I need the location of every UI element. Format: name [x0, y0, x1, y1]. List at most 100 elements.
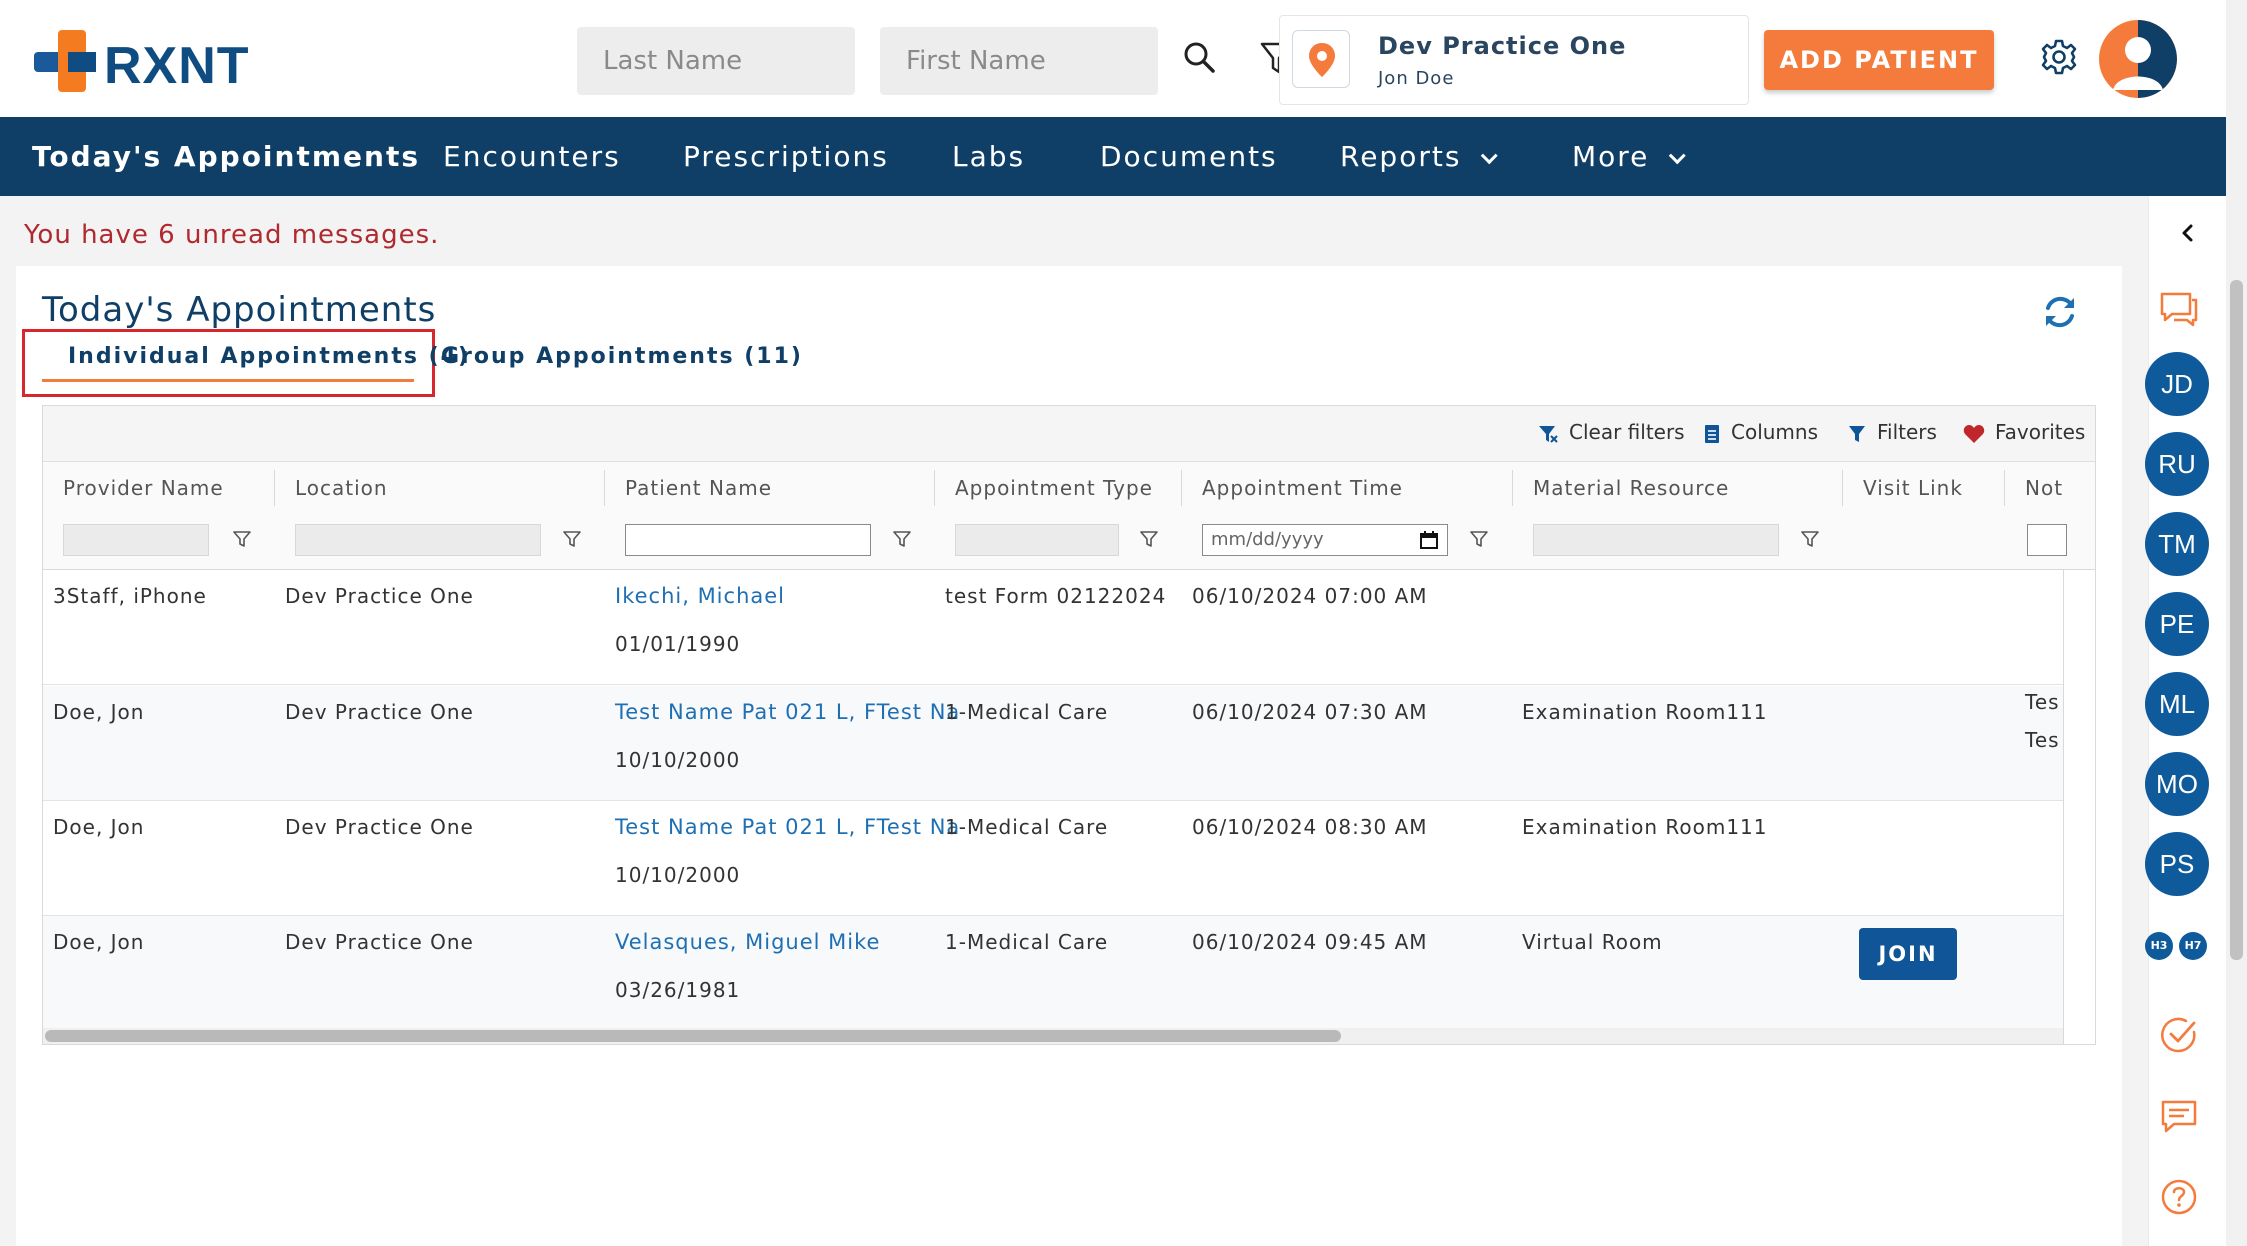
- tab-individual-appointments[interactable]: Individual Appointments (4): [42, 342, 468, 382]
- columns-button[interactable]: Columns: [1703, 420, 1818, 445]
- column-header-material-resource[interactable]: Material Resource: [1533, 462, 1833, 514]
- gear-icon[interactable]: [2040, 38, 2078, 76]
- user-avatar[interactable]: [2099, 20, 2177, 98]
- location-cell: Dev Practice One: [285, 930, 474, 954]
- chat-bubbles-icon[interactable]: [2158, 288, 2200, 330]
- refresh-icon[interactable]: [2040, 292, 2080, 332]
- table-row[interactable]: Doe, Jon Dev Practice One Velasques, Mig…: [43, 916, 2063, 1031]
- notes-filter-input[interactable]: [2027, 524, 2067, 556]
- rxnt-logo[interactable]: RXNT: [34, 30, 264, 95]
- appointment-type-cell: 1-Medical Care: [945, 815, 1109, 839]
- grid-toolbar: Clear filters Columns Filters Favorites: [43, 406, 2095, 462]
- material-resource-filter-input[interactable]: [1533, 524, 1779, 556]
- nav-more[interactable]: More: [1572, 117, 1687, 196]
- message-icon[interactable]: [2158, 1096, 2200, 1138]
- last-name-input[interactable]: [577, 27, 855, 95]
- column-header-notes[interactable]: Not: [2025, 462, 2063, 514]
- nav-labs[interactable]: Labs: [952, 117, 1025, 196]
- chevron-down-icon: [1669, 147, 1687, 165]
- column-header-appointment-time[interactable]: Appointment Time: [1202, 462, 1502, 514]
- appointment-time-cell: 06/10/2024 07:30 AM: [1192, 700, 1428, 724]
- appointment-type-filter-input[interactable]: [955, 524, 1119, 556]
- first-name-input[interactable]: [880, 27, 1158, 95]
- patient-dob: 10/10/2000: [615, 863, 741, 887]
- material-resource-cell: Examination Room111: [1522, 700, 1768, 724]
- patient-filter-input[interactable]: [625, 524, 871, 556]
- filter-icon[interactable]: [231, 528, 253, 550]
- column-header-appointment-type[interactable]: Appointment Type: [955, 462, 1185, 514]
- search-icon[interactable]: [1180, 38, 1220, 78]
- nav-prescriptions[interactable]: Prescriptions: [683, 117, 889, 196]
- clear-filters-button[interactable]: Clear filters: [1537, 420, 1685, 445]
- sidebar-user-avatar[interactable]: PE: [2145, 592, 2209, 656]
- nav-reports[interactable]: Reports: [1340, 117, 1499, 196]
- column-header-visit-link[interactable]: Visit Link: [1863, 462, 1993, 514]
- nav-documents[interactable]: Documents: [1100, 117, 1278, 196]
- notes-cell: Tes: [2025, 728, 2060, 752]
- provider-filter-input[interactable]: [63, 524, 209, 556]
- nav-more-label: More: [1572, 140, 1650, 173]
- mini-avatar[interactable]: H7: [2179, 932, 2207, 960]
- sidebar-user-avatar[interactable]: PS: [2145, 832, 2209, 896]
- location-cell: Dev Practice One: [285, 584, 474, 608]
- columns-icon: [1705, 424, 1719, 443]
- join-visit-button[interactable]: JOIN: [1859, 928, 1957, 980]
- patient-dob: 03/26/1981: [615, 978, 741, 1002]
- practice-selector[interactable]: Dev Practice One Jon Doe: [1279, 15, 1749, 105]
- logo-text: RXNT: [104, 37, 250, 95]
- column-header-provider[interactable]: Provider Name: [63, 462, 273, 514]
- page-vertical-scrollbar[interactable]: [2226, 0, 2247, 1246]
- table-row[interactable]: Doe, Jon Dev Practice One Test Name Pat …: [43, 686, 2063, 801]
- columns-label: Columns: [1731, 420, 1819, 444]
- grid-vertical-scrollbar[interactable]: [2063, 570, 2095, 1044]
- location-filter-input[interactable]: [295, 524, 541, 556]
- table-row[interactable]: Doe, Jon Dev Practice One Test Name Pat …: [43, 801, 2063, 916]
- table-row[interactable]: 3Staff, iPhone Dev Practice One Ikechi, …: [43, 570, 2063, 685]
- patient-name-link[interactable]: Test Name Pat 021 L, FTest Na: [615, 700, 960, 724]
- clear-filter-icon: [1539, 425, 1558, 443]
- appointment-time-cell: 06/10/2024 09:45 AM: [1192, 930, 1428, 954]
- patient-name-link[interactable]: Ikechi, Michael: [615, 584, 785, 608]
- help-icon[interactable]: [2158, 1176, 2200, 1218]
- filter-icon[interactable]: [1799, 528, 1821, 550]
- add-patient-button[interactable]: ADD PATIENT: [1764, 30, 1994, 90]
- grid-horizontal-scrollbar[interactable]: [43, 1028, 2063, 1044]
- filters-button[interactable]: Filters: [1847, 420, 1937, 445]
- patient-name-link[interactable]: Velasques, Miguel Mike: [615, 930, 880, 954]
- sidebar-user-avatar[interactable]: JD: [2145, 352, 2209, 416]
- appointment-type-cell: 1-Medical Care: [945, 700, 1109, 724]
- notes-cell: Tes: [2025, 690, 2060, 714]
- provider-cell: Doe, Jon: [53, 815, 145, 839]
- sidebar-user-avatar[interactable]: TM: [2145, 512, 2209, 576]
- sidebar-user-avatar[interactable]: MO: [2145, 752, 2209, 816]
- practice-name: Dev Practice One: [1378, 32, 1627, 60]
- app-header: RXNT Dev Practice One Jon Doe ADD PATIEN…: [0, 0, 2220, 117]
- sidebar-user-avatar[interactable]: RU: [2145, 432, 2209, 496]
- unread-messages-link[interactable]: You have 6 unread messages.: [24, 220, 439, 250]
- tab-group-appointments[interactable]: Group Appointments (11): [441, 344, 803, 369]
- user-avatar-icon: [2113, 20, 2177, 98]
- filter-icon[interactable]: [561, 528, 583, 550]
- appointment-time-date-input[interactable]: mm/dd/yyyy: [1202, 524, 1448, 556]
- page-scroll-thumb[interactable]: [2230, 280, 2243, 960]
- appointment-time-cell: 06/10/2024 07:00 AM: [1192, 584, 1428, 608]
- patient-name-link[interactable]: Test Name Pat 021 L, FTest Na: [615, 815, 960, 839]
- calendar-icon[interactable]: [1419, 530, 1439, 550]
- check-circle-icon[interactable]: [2158, 1014, 2200, 1056]
- chevron-left-icon[interactable]: [2177, 222, 2199, 244]
- appointment-type-cell: 1-Medical Care: [945, 930, 1109, 954]
- grid-horizontal-scroll-thumb[interactable]: [45, 1030, 1341, 1042]
- nav-todays-appointments[interactable]: Today's Appointments: [32, 117, 420, 196]
- page-title: Today's Appointments: [42, 290, 437, 330]
- patient-dob: 01/01/1990: [615, 632, 741, 656]
- favorites-button[interactable]: Favorites: [1963, 420, 2085, 444]
- filter-icon[interactable]: [1468, 528, 1490, 550]
- sidebar-user-avatar[interactable]: ML: [2145, 672, 2209, 736]
- column-header-location[interactable]: Location: [295, 462, 595, 514]
- nav-encounters[interactable]: Encounters: [443, 117, 621, 196]
- mini-avatar[interactable]: H3: [2145, 932, 2173, 960]
- filter-icon[interactable]: [891, 528, 913, 550]
- appointments-grid: Clear filters Columns Filters Favorites …: [42, 405, 2096, 1045]
- filter-icon[interactable]: [1138, 528, 1160, 550]
- column-header-patient[interactable]: Patient Name: [625, 462, 925, 514]
